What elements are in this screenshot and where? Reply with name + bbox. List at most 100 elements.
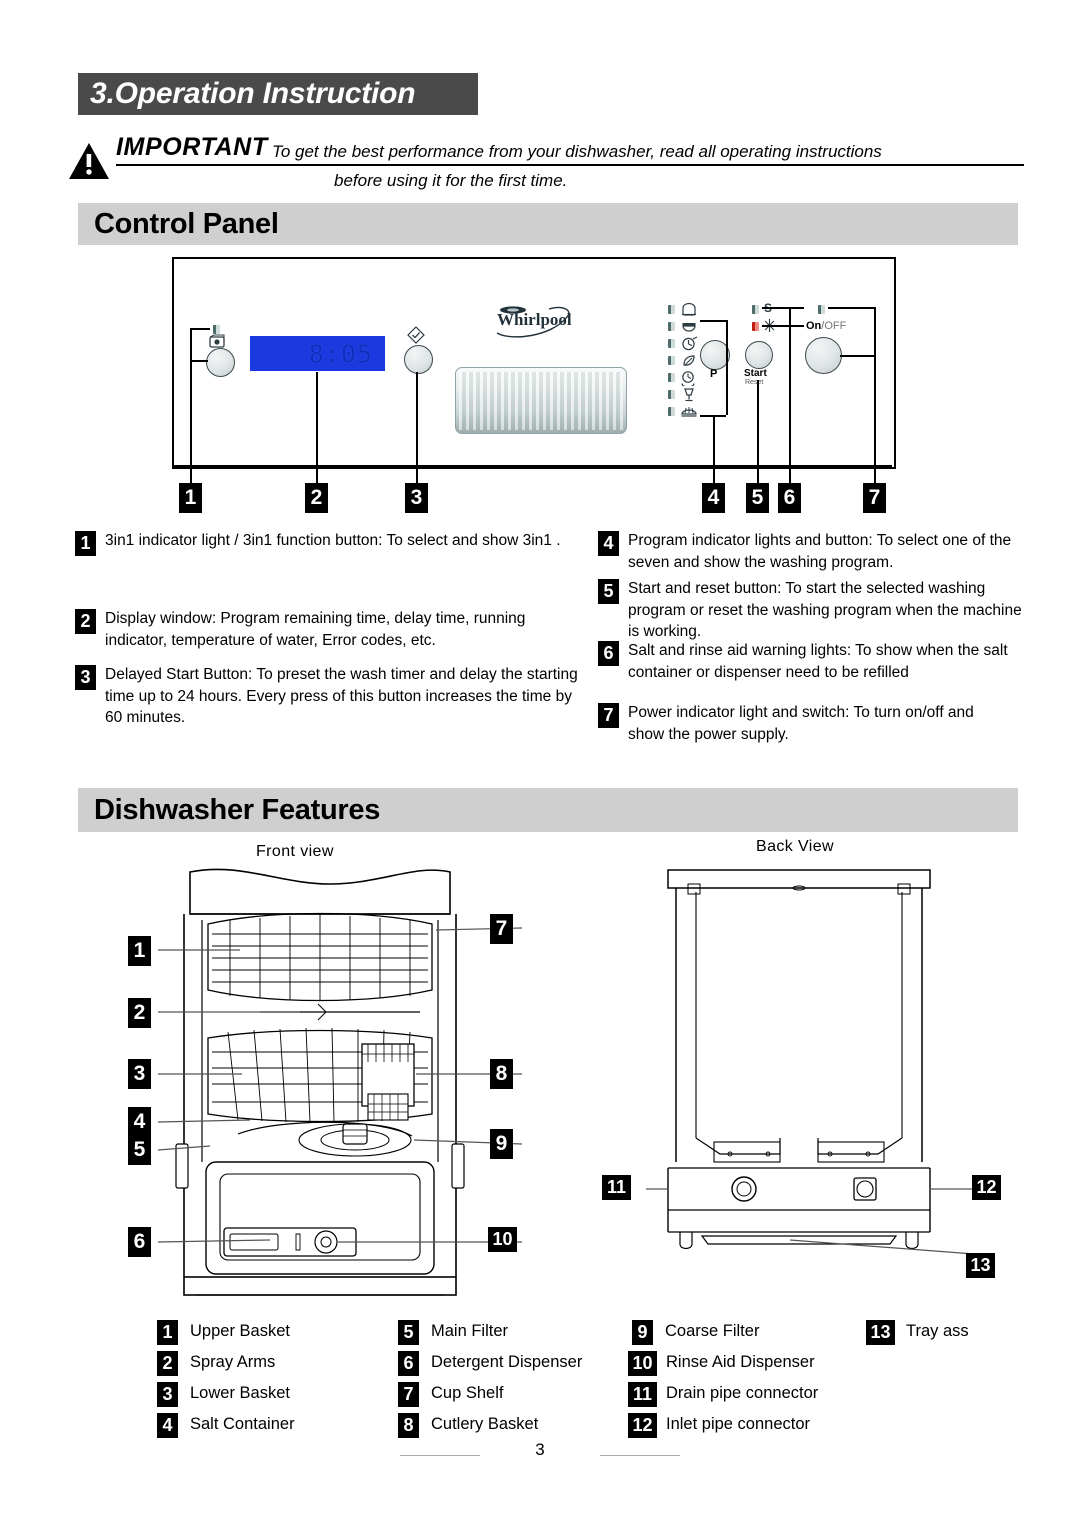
back-callout-12: 12 — [972, 1175, 1001, 1200]
description-item-6: 6 Salt and rinse aid warning lights: To … — [598, 640, 1013, 683]
legend-chip-6: 6 — [398, 1351, 419, 1376]
section-heading-control-panel: Control Panel — [78, 203, 1018, 245]
start-button-label: Start — [744, 368, 767, 379]
description-chip-7: 7 — [598, 703, 619, 728]
program-led-2 — [668, 322, 675, 331]
chapter-title-bar: 3.Operation Instruction — [78, 73, 478, 115]
description-chip-6: 6 — [598, 641, 619, 666]
description-item-5: 5 Start and reset button: To start the s… — [598, 578, 1023, 643]
power-label-off: OFF — [824, 320, 847, 332]
description-chip-3: 3 — [75, 665, 96, 690]
important-notice: IMPORTANT To get the best performance fr… — [64, 133, 1024, 193]
description-text-6: Salt and rinse aid warning lights: To sh… — [628, 642, 1008, 681]
panel-callout-3: 3 — [405, 483, 428, 513]
front-callout-4: 4 — [128, 1107, 151, 1137]
legend-chip-2: 2 — [157, 1351, 178, 1376]
back-callout-13: 13 — [966, 1253, 995, 1278]
front-view-diagram — [157, 868, 523, 1296]
back-callout-11: 11 — [602, 1175, 631, 1200]
delay-diamond-icon — [407, 326, 425, 344]
panel-callout-2: 2 — [305, 483, 328, 513]
program-button-label: P — [710, 368, 718, 380]
salt-warning-led — [752, 305, 759, 314]
glass-delicate-icon — [684, 388, 694, 402]
eco-leaf-icon — [683, 355, 695, 366]
timer-soak-icon — [681, 371, 695, 386]
panel-callout-6: 6 — [778, 483, 801, 513]
pot-intensive-icon — [682, 302, 696, 316]
front-callout-3: 3 — [128, 1059, 151, 1089]
back-view-label: Back View — [756, 838, 835, 855]
delayed-start-button[interactable] — [404, 345, 433, 374]
legend-chip-13: 13 — [866, 1320, 895, 1345]
rinse-icon — [681, 407, 697, 417]
display-window: 8:05 — [250, 336, 385, 371]
legend-chip-11: 11 — [628, 1382, 657, 1407]
description-text-5: Start and reset button: To start the sel… — [628, 580, 1022, 640]
legend-label-8: Cutlery Basket — [431, 1415, 539, 1433]
description-item-2: 2 Display window: Program remaining time… — [75, 608, 580, 651]
important-line2: before using it for the first time. — [334, 171, 568, 190]
front-callout-8: 8 — [490, 1059, 513, 1089]
warning-triangle-icon — [69, 143, 109, 179]
legend-chip-8: 8 — [398, 1413, 419, 1438]
rinse-aid-warning-led — [752, 322, 759, 331]
important-label: IMPORTANT — [116, 133, 268, 161]
manual-page: 3.Operation Instruction IMPORTANT To get… — [0, 0, 1080, 1527]
description-item-7: 7 Power indicator light and switch: To t… — [598, 702, 1013, 745]
front-callout-10: 10 — [488, 1227, 517, 1252]
display-digits: 8:05 — [308, 339, 373, 368]
legend-chip-12: 12 — [628, 1413, 657, 1438]
legend-item-2: 2 Spray Arms — [157, 1351, 275, 1376]
program-led-6 — [668, 390, 675, 399]
3in1-function-button[interactable] — [206, 348, 235, 377]
description-text-3: Delayed Start Button: To preset the wash… — [105, 666, 578, 726]
legend-chip-9: 9 — [632, 1320, 653, 1345]
legend-label-6: Detergent Dispenser — [431, 1353, 583, 1371]
front-callout-5: 5 — [128, 1135, 151, 1165]
legend-item-3: 3 Lower Basket — [157, 1382, 290, 1407]
legend-item-10: 10 Rinse Aid Dispenser — [628, 1351, 815, 1376]
description-text-1: 3in1 indicator light / 3in1 function but… — [105, 532, 561, 549]
legend-item-8: 8 Cutlery Basket — [398, 1413, 539, 1438]
important-line1: To get the best performance from your di… — [272, 142, 882, 161]
legend-item-7: 7 Cup Shelf — [398, 1382, 503, 1407]
legend-item-1: 1 Upper Basket — [157, 1320, 290, 1345]
legend-chip-5: 5 — [398, 1320, 419, 1345]
page-number: 3 — [535, 1440, 545, 1459]
description-text-4: Program indicator lights and button: To … — [628, 532, 1012, 571]
legend-item-5: 5 Main Filter — [398, 1320, 508, 1345]
start-reset-button[interactable] — [745, 341, 773, 369]
start-button-sublabel: Reset — [745, 379, 764, 386]
program-led-4 — [668, 356, 675, 365]
door-handle — [455, 367, 627, 434]
description-chip-4: 4 — [598, 531, 619, 556]
description-chip-5: 5 — [598, 579, 619, 604]
description-text-7: Power indicator light and switch: To tur… — [628, 704, 974, 743]
legend-item-6: 6 Detergent Dispenser — [398, 1351, 583, 1376]
chapter-title: 3.Operation Instruction — [90, 77, 416, 110]
program-led-5 — [668, 373, 675, 382]
front-callout-1: 1 — [128, 936, 151, 966]
svg-text:Whirlpool: Whirlpool — [497, 310, 572, 329]
legend-item-12: 12 Inlet pipe connector — [628, 1413, 810, 1438]
control-panel-heading-text: Control Panel — [94, 207, 279, 240]
legend-item-11: 11 Drain pipe connector — [628, 1382, 818, 1407]
legend-chip-4: 4 — [157, 1413, 178, 1438]
program-led-3 — [668, 339, 675, 348]
legend-chip-3: 3 — [157, 1382, 178, 1407]
description-text-2: Display window: Program remaining time, … — [105, 610, 526, 649]
whirlpool-logo: Whirlpool — [496, 306, 572, 338]
legend-chip-7: 7 — [398, 1382, 419, 1407]
power-indicator-led — [818, 305, 825, 314]
description-chip-1: 1 — [75, 531, 96, 556]
panel-callout-1: 1 — [179, 483, 202, 513]
legend-item-4: 4 Salt Container — [157, 1413, 295, 1438]
description-chip-2: 2 — [75, 609, 96, 634]
power-on-off-button[interactable] — [805, 337, 842, 374]
features-heading-text: Dishwasher Features — [94, 793, 381, 826]
legend-chip-1: 1 — [157, 1320, 178, 1345]
description-item-4: 4 Program indicator lights and button: T… — [598, 530, 1013, 573]
front-callout-9: 9 — [490, 1129, 513, 1159]
description-item-3: 3 Delayed Start Button: To preset the wa… — [75, 664, 587, 729]
